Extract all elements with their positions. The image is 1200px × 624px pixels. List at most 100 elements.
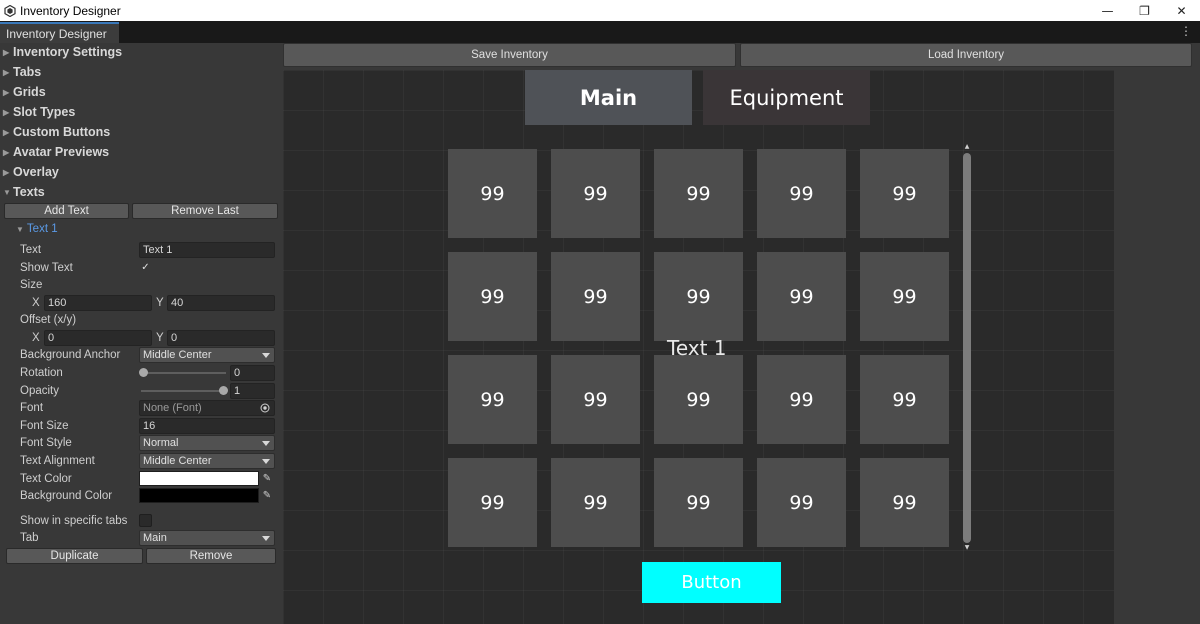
text-color-swatch[interactable] bbox=[139, 471, 259, 486]
foldout-text-1[interactable]: ▼ Text 1 bbox=[16, 223, 58, 235]
inventory-slot[interactable]: 99 bbox=[757, 355, 846, 444]
grid-scrollbar[interactable] bbox=[963, 153, 971, 543]
foldout-overlay[interactable]: ▶ Overlay bbox=[3, 163, 59, 181]
foldout-custom-buttons[interactable]: ▶ Custom Buttons bbox=[3, 123, 110, 141]
show-in-tabs-checkbox[interactable] bbox=[139, 514, 152, 527]
foldout-texts[interactable]: ▼ Texts bbox=[3, 183, 45, 201]
background-anchor-dropdown[interactable]: Middle Center bbox=[139, 347, 275, 363]
font-style-dropdown[interactable]: Normal bbox=[139, 435, 275, 451]
scrollbar-thumb[interactable] bbox=[963, 153, 971, 543]
scroll-down-arrow-icon[interactable]: ▼ bbox=[963, 544, 971, 551]
kebab-menu-icon[interactable]: ⋮ bbox=[1180, 24, 1192, 38]
text-alignment-label: Text Alignment bbox=[20, 455, 95, 467]
foldout-avatar-previews[interactable]: ▶ Avatar Previews bbox=[3, 143, 109, 161]
foldout-label: Overlay bbox=[13, 165, 59, 179]
offset-y-label: Y bbox=[156, 332, 164, 344]
offset-y-field[interactable]: 0 bbox=[167, 330, 275, 346]
inventory-slot[interactable]: 99 bbox=[860, 252, 949, 341]
inventory-slot[interactable]: 99 bbox=[448, 252, 537, 341]
opacity-label: Opacity bbox=[20, 385, 59, 397]
restore-button[interactable]: ❐ bbox=[1126, 0, 1163, 21]
inventory-slot[interactable]: 99 bbox=[448, 149, 537, 238]
inventory-slot[interactable]: 99 bbox=[757, 252, 846, 341]
collapsed-arrow-icon: ▶ bbox=[3, 87, 10, 97]
eyedropper-icon[interactable]: ✎ bbox=[260, 488, 274, 502]
remove-button[interactable]: Remove bbox=[146, 548, 276, 564]
font-object-field[interactable]: None (Font) bbox=[139, 400, 275, 416]
inventory-slot[interactable]: 99 bbox=[860, 355, 949, 444]
minimize-button[interactable]: — bbox=[1089, 0, 1126, 21]
size-y-field[interactable]: 40 bbox=[167, 295, 275, 311]
inventory-slot[interactable]: 99 bbox=[448, 355, 537, 444]
foldout-label: Avatar Previews bbox=[13, 145, 110, 159]
foldout-slot-types[interactable]: ▶ Slot Types bbox=[3, 103, 75, 121]
text-alignment-dropdown[interactable]: Middle Center bbox=[139, 453, 275, 469]
text-field[interactable]: Text 1 bbox=[139, 242, 275, 258]
dropdown-value: Middle Center bbox=[143, 455, 212, 467]
duplicate-button[interactable]: Duplicate bbox=[6, 548, 143, 564]
inventory-slot[interactable]: 99 bbox=[757, 458, 846, 547]
inventory-slot[interactable]: 99 bbox=[654, 355, 743, 444]
show-text-checkbox[interactable]: ✓ bbox=[139, 261, 152, 274]
tab-dropdown[interactable]: Main bbox=[139, 530, 275, 546]
inventory-slot[interactable]: 99 bbox=[551, 252, 640, 341]
inventory-slot[interactable]: 99 bbox=[654, 149, 743, 238]
tab-inventory-designer[interactable]: Inventory Designer bbox=[0, 22, 119, 43]
object-picker-icon[interactable] bbox=[260, 403, 270, 413]
window-title-bar: Inventory Designer — ❐ ✕ bbox=[0, 0, 1200, 21]
tab-equipment[interactable]: Equipment bbox=[703, 70, 870, 125]
opacity-slider-handle[interactable] bbox=[219, 386, 228, 395]
rotation-field[interactable]: 0 bbox=[230, 365, 275, 381]
inventory-slot[interactable]: 99 bbox=[757, 149, 846, 238]
collapsed-arrow-icon: ▶ bbox=[3, 167, 10, 177]
foldout-label: Custom Buttons bbox=[13, 125, 111, 139]
offset-x-field[interactable]: 0 bbox=[44, 330, 152, 346]
foldout-label: Grids bbox=[13, 85, 46, 99]
expanded-arrow-icon: ▼ bbox=[3, 187, 11, 197]
inventory-slot[interactable]: 99 bbox=[654, 458, 743, 547]
font-label: Font bbox=[20, 402, 44, 414]
remove-last-button[interactable]: Remove Last bbox=[132, 203, 278, 219]
eyedropper-icon[interactable]: ✎ bbox=[260, 471, 274, 485]
foldout-label: Text 1 bbox=[26, 223, 58, 235]
background-color-label: Background Color bbox=[20, 490, 113, 502]
dropdown-value: Normal bbox=[143, 437, 179, 449]
tab-main[interactable]: Main bbox=[525, 70, 692, 125]
inventory-slot[interactable]: 99 bbox=[551, 458, 640, 547]
rotation-slider-handle[interactable] bbox=[139, 368, 148, 377]
foldout-label: Inventory Settings bbox=[13, 45, 123, 59]
collapsed-arrow-icon: ▶ bbox=[3, 67, 10, 77]
save-inventory-button[interactable]: Save Inventory bbox=[283, 43, 736, 67]
rotation-slider-track[interactable] bbox=[141, 372, 226, 374]
opacity-field[interactable]: 1 bbox=[230, 383, 275, 399]
foldout-inventory-settings[interactable]: ▶ Inventory Settings bbox=[3, 43, 122, 61]
size-label: Size bbox=[20, 279, 43, 291]
inventory-slot[interactable]: 99 bbox=[860, 149, 949, 238]
inspector-panel: ▶ Inventory Settings ▶ Tabs ▶ Grids ▶ Slot T… bbox=[0, 43, 280, 624]
foldout-tabs[interactable]: ▶ Tabs bbox=[3, 63, 41, 81]
chevron-down-icon bbox=[262, 441, 270, 446]
inventory-slot[interactable]: 99 bbox=[551, 149, 640, 238]
scroll-up-arrow-icon[interactable]: ▲ bbox=[963, 143, 971, 150]
close-button[interactable]: ✕ bbox=[1163, 0, 1200, 21]
collapsed-arrow-icon: ▶ bbox=[3, 147, 10, 157]
inventory-slot[interactable]: 99 bbox=[448, 458, 537, 547]
inventory-slot[interactable]: 99 bbox=[551, 355, 640, 444]
size-x-field[interactable]: 160 bbox=[44, 295, 152, 311]
inventory-preview-canvas: Main Equipment 99 99 99 99 99 99 99 99 99 99 99 99 9… bbox=[283, 70, 1114, 624]
foldout-label: Tabs bbox=[13, 65, 42, 79]
custom-button[interactable]: Button bbox=[642, 562, 781, 603]
inventory-slot[interactable]: 99 bbox=[654, 252, 743, 341]
chevron-down-icon bbox=[262, 353, 270, 358]
load-inventory-button[interactable]: Load Inventory bbox=[740, 43, 1192, 67]
inventory-slot[interactable]: 99 bbox=[860, 458, 949, 547]
collapsed-arrow-icon: ▶ bbox=[3, 127, 10, 137]
font-size-label: Font Size bbox=[20, 420, 69, 432]
add-text-button[interactable]: Add Text bbox=[4, 203, 129, 219]
foldout-grids[interactable]: ▶ Grids bbox=[3, 83, 46, 101]
background-color-swatch[interactable] bbox=[139, 488, 259, 503]
dropdown-value: Main bbox=[143, 532, 167, 544]
font-size-field[interactable]: 16 bbox=[139, 418, 275, 434]
opacity-slider-track[interactable] bbox=[141, 390, 226, 392]
overlay-text-1: Text 1 bbox=[667, 336, 727, 360]
